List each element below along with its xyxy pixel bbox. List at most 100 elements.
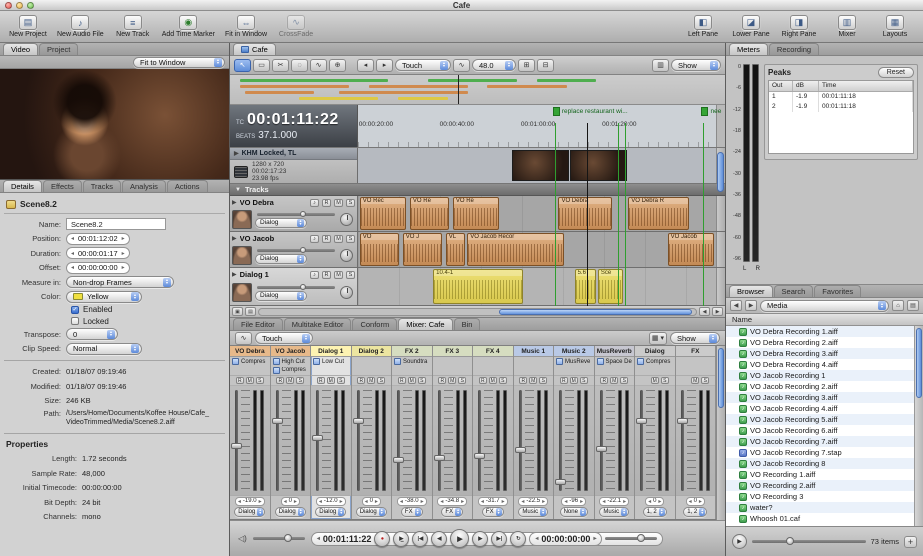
- solo-button[interactable]: S: [256, 377, 264, 384]
- column-header[interactable]: dB: [793, 81, 819, 91]
- solo-button[interactable]: S: [499, 377, 507, 384]
- effect-slot[interactable]: [516, 367, 552, 375]
- tab[interactable]: Video: [3, 43, 38, 55]
- output-popup[interactable]: 1, 2: [683, 507, 707, 517]
- mute-button[interactable]: M: [286, 377, 294, 384]
- volume-value-stepper[interactable]: ◂0▸: [686, 497, 705, 506]
- timeline-marker[interactable]: replace restaurant wi...: [553, 107, 628, 116]
- record-button[interactable]: R: [398, 377, 406, 384]
- offset-stepper[interactable]: ◂00:00:00:00▸: [66, 262, 130, 274]
- audio-clip[interactable]: 5.6: [575, 269, 596, 304]
- track-lane[interactable]: VOVO JVLVO Jacob RecorVO Jacob: [358, 232, 716, 267]
- volume-value-stepper[interactable]: ◂0▸: [362, 497, 381, 506]
- effect-slot[interactable]: [354, 367, 390, 375]
- video-track-lane[interactable]: [358, 148, 716, 183]
- record-button[interactable]: R: [357, 377, 365, 384]
- solo-button[interactable]: S: [418, 377, 426, 384]
- mute-button[interactable]: M: [334, 271, 343, 279]
- volume-fader[interactable]: [519, 390, 522, 491]
- volume-fader[interactable]: [559, 390, 562, 491]
- file-row[interactable]: VO Jacob Recording 7.aiff: [726, 436, 923, 447]
- solo-button[interactable]: S: [337, 377, 345, 384]
- fader-handle[interactable]: [636, 418, 647, 424]
- mixer-channel[interactable]: Music 1 R M S: [514, 346, 555, 519]
- fader-handle[interactable]: [393, 457, 404, 463]
- tool-button[interactable]: ⊕: [329, 59, 346, 72]
- mixer-automation-popup[interactable]: Touch: [255, 332, 313, 344]
- solo-button[interactable]: S: [580, 377, 588, 384]
- volume-value-stepper[interactable]: ◂-22.5▸: [518, 497, 548, 506]
- fader-handle[interactable]: [272, 418, 283, 424]
- file-row[interactable]: VO Debra Recording 2.aiff: [726, 337, 923, 348]
- output-popup[interactable]: Music: [518, 507, 548, 517]
- channel-effects[interactable]: [433, 357, 473, 376]
- mixer-channel[interactable]: FX 4 R M S: [473, 346, 514, 519]
- effect-slot[interactable]: [475, 358, 511, 366]
- record-button[interactable]: R: [236, 377, 244, 384]
- file-row[interactable]: Whoosh 01.caf: [726, 513, 923, 524]
- tool-button[interactable]: ◌: [291, 59, 308, 72]
- audio-clip[interactable]: VO Jacob: [668, 233, 715, 266]
- mixer-channel[interactable]: Music 2 MusReve R M S: [554, 346, 595, 519]
- pan-knob[interactable]: [340, 213, 353, 226]
- volume-value-stepper[interactable]: ◂-34.8▸: [437, 497, 467, 506]
- position-stepper[interactable]: ◂00:01:12:02▸: [66, 233, 130, 245]
- volume-value-stepper[interactable]: ◂-96▸: [561, 497, 586, 506]
- mute-button[interactable]: M: [489, 377, 497, 384]
- clip-speed-popup[interactable]: Normal: [66, 343, 142, 355]
- channel-effects[interactable]: Compres: [635, 357, 675, 376]
- record-button[interactable]: R: [560, 377, 568, 384]
- effect-slot[interactable]: [678, 367, 714, 375]
- automation-icon[interactable]: ∿: [235, 332, 252, 345]
- nudge-right-button[interactable]: ▸: [376, 59, 393, 72]
- output-popup[interactable]: Dialog: [234, 507, 265, 517]
- channel-effects[interactable]: Low Cut: [311, 357, 351, 376]
- tab[interactable]: Favorites: [814, 285, 861, 297]
- mute-button[interactable]: M: [367, 377, 375, 384]
- output-popup[interactable]: FX: [401, 507, 423, 517]
- effect-slot[interactable]: Compres: [637, 358, 673, 366]
- pane-toggle-button[interactable]: ◨ Right Pane: [777, 12, 821, 41]
- tool-button[interactable]: ↖: [234, 59, 251, 72]
- mute-button[interactable]: M: [246, 377, 254, 384]
- zoom-out-icon[interactable]: ▣: [232, 307, 243, 316]
- color-popup[interactable]: Yellow: [66, 291, 142, 303]
- video-zoom-popup[interactable]: Fit to Window: [133, 57, 225, 68]
- volume-slider[interactable]: [257, 286, 335, 289]
- file-row[interactable]: VO Jacob Recording 1: [726, 370, 923, 381]
- automation-mode-popup[interactable]: Touch: [395, 59, 451, 71]
- locked-checkbox[interactable]: [71, 317, 79, 325]
- effect-slot[interactable]: Soundtra: [394, 358, 430, 366]
- tab[interactable]: Analysis: [122, 180, 166, 192]
- mute-button[interactable]: M: [529, 377, 537, 384]
- record-button[interactable]: R: [438, 377, 446, 384]
- channel-effects[interactable]: MusReve: [554, 357, 594, 376]
- column-header[interactable]: Time: [819, 81, 913, 91]
- solo-button[interactable]: S: [620, 377, 628, 384]
- volume-fader[interactable]: [438, 390, 441, 491]
- track-header[interactable]: ▶ VO Jacob ♪RMS Dialog: [230, 232, 358, 267]
- tab[interactable]: Search: [774, 285, 814, 297]
- record-button[interactable]: R: [322, 199, 331, 207]
- mute-button[interactable]: M: [408, 377, 416, 384]
- effect-slot[interactable]: [678, 358, 714, 366]
- preview-volume-slider[interactable]: [752, 540, 866, 543]
- toolbar-button[interactable]: ♪ New Audio File: [54, 12, 107, 41]
- mixer-channel[interactable]: Dialog 2 R M S: [352, 346, 393, 519]
- disclosure-triangle-icon[interactable]: ▶: [232, 271, 237, 278]
- effect-slot[interactable]: [637, 367, 673, 375]
- file-row[interactable]: VO Jacob Recording 8: [726, 458, 923, 469]
- mute-button[interactable]: M: [334, 199, 343, 207]
- tab[interactable]: File Editor: [233, 318, 283, 330]
- arm-icon[interactable]: ♪: [310, 271, 319, 279]
- measure-in-popup[interactable]: Non-drop Frames: [66, 276, 174, 288]
- tab[interactable]: Effects: [43, 180, 82, 192]
- forward-button[interactable]: ▶: [745, 300, 757, 311]
- channel-effects[interactable]: Soundtra: [392, 357, 432, 376]
- audio-clip[interactable]: Sce: [598, 269, 623, 304]
- tab[interactable]: Meters: [729, 43, 768, 55]
- submix-popup[interactable]: Dialog: [255, 254, 307, 264]
- mixer-channel[interactable]: FX R M S: [676, 346, 717, 519]
- master-envelopes-button[interactable]: ▥: [652, 59, 669, 72]
- scroll-right-icon[interactable]: ▶: [712, 307, 723, 316]
